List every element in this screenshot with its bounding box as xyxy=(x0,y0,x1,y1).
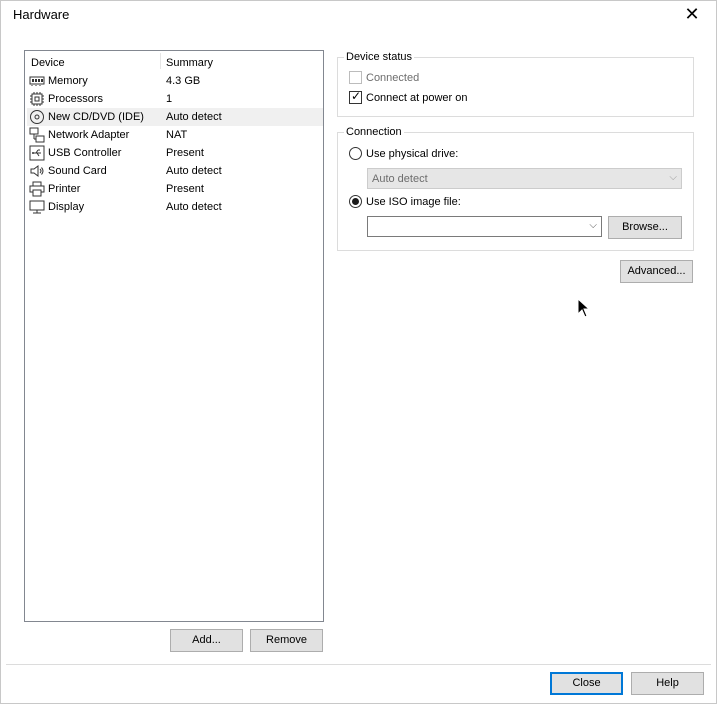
device-name: Memory xyxy=(48,75,88,87)
use-physical-drive-label: Use physical drive: xyxy=(366,148,459,160)
device-row-network-adapter[interactable]: Network Adapter NAT xyxy=(27,126,323,144)
use-physical-drive-radio[interactable] xyxy=(349,147,362,160)
device-name: Sound Card xyxy=(48,165,107,177)
device-status-title: Device status xyxy=(344,51,415,63)
processor-icon xyxy=(30,92,44,106)
device-summary: Auto detect xyxy=(166,165,222,177)
device-row-usb-controller[interactable]: USB Controller Present xyxy=(27,144,323,162)
list-header: Device Summary xyxy=(25,51,323,71)
device-row-printer[interactable]: Printer Present xyxy=(27,180,323,198)
connect-at-power-on-label: Connect at power on xyxy=(366,92,468,104)
device-name: Printer xyxy=(48,183,81,195)
device-name: Processors xyxy=(48,93,104,105)
cd-dvd-icon xyxy=(30,110,44,124)
close-button[interactable]: Close xyxy=(550,672,623,695)
device-summary: Auto detect xyxy=(166,111,222,123)
dialog-body: Device Summary Memory 4.3 GB Processors … xyxy=(6,33,711,665)
hardware-dialog: Hardware ✕ Device Summary Memory 4.3 GB xyxy=(0,0,717,704)
title-bar: Hardware ✕ xyxy=(1,1,716,31)
advanced-button[interactable]: Advanced... xyxy=(620,260,693,283)
close-window-icon[interactable]: ✕ xyxy=(682,4,702,24)
usb-icon xyxy=(29,145,45,161)
connect-at-power-on-checkbox[interactable]: ✓ xyxy=(349,89,362,104)
use-iso-image-label: Use ISO image file: xyxy=(366,196,461,208)
device-summary: NAT xyxy=(166,129,188,141)
browse-button[interactable]: Browse... xyxy=(608,216,682,239)
chevron-down-icon: ⌵ xyxy=(669,172,677,183)
monitor-icon xyxy=(29,200,45,214)
device-list: Device Summary Memory 4.3 GB Processors … xyxy=(24,50,324,622)
column-header-device[interactable]: Device xyxy=(31,57,65,69)
speaker-icon xyxy=(30,165,44,177)
physical-drive-dropdown[interactable]: Auto detect ⌵ xyxy=(367,168,682,189)
device-row-memory[interactable]: Memory 4.3 GB xyxy=(27,72,323,90)
network-adapter-icon xyxy=(29,127,45,143)
connection-group: Connection Use physical drive: Auto dete… xyxy=(337,126,694,251)
device-summary: Present xyxy=(166,147,204,159)
memory-icon xyxy=(29,76,45,86)
column-header-summary[interactable]: Summary xyxy=(166,57,213,69)
device-summary: Present xyxy=(166,183,204,195)
chevron-down-icon[interactable]: ⌵ xyxy=(589,220,597,231)
remove-button[interactable]: Remove xyxy=(250,629,323,652)
device-name: Network Adapter xyxy=(48,129,130,141)
device-summary: 4.3 GB xyxy=(166,75,201,87)
device-name: New CD/DVD (IDE) xyxy=(48,111,144,123)
device-row-display[interactable]: Display Auto detect xyxy=(27,198,323,216)
connected-label: Connected xyxy=(366,72,420,84)
physical-drive-value: Auto detect xyxy=(372,173,428,185)
device-name: Display xyxy=(48,201,85,213)
device-status-group: Device status Connected ✓ Connect at pow… xyxy=(337,51,694,117)
add-button[interactable]: Add... xyxy=(170,629,243,652)
device-summary: Auto detect xyxy=(166,201,222,213)
printer-icon xyxy=(29,181,45,197)
device-row-processors[interactable]: Processors 1 xyxy=(27,90,323,108)
column-separator[interactable] xyxy=(160,53,161,69)
mouse-cursor-icon xyxy=(577,298,591,318)
connected-checkbox[interactable] xyxy=(349,71,362,84)
checkmark-icon: ✓ xyxy=(351,89,362,103)
device-row-cd-dvd[interactable]: New CD/DVD (IDE) Auto detect xyxy=(27,108,323,126)
radio-selected-dot xyxy=(352,198,359,205)
device-summary: 1 xyxy=(166,93,173,105)
device-row-sound-card[interactable]: Sound Card Auto detect xyxy=(27,162,323,180)
use-iso-image-radio[interactable] xyxy=(349,195,362,208)
window-title: Hardware xyxy=(13,7,70,22)
iso-image-path-combo[interactable]: ⌵ xyxy=(367,216,602,237)
device-name: USB Controller xyxy=(48,147,122,159)
connection-title: Connection xyxy=(344,126,404,138)
help-button[interactable]: Help xyxy=(631,672,704,695)
